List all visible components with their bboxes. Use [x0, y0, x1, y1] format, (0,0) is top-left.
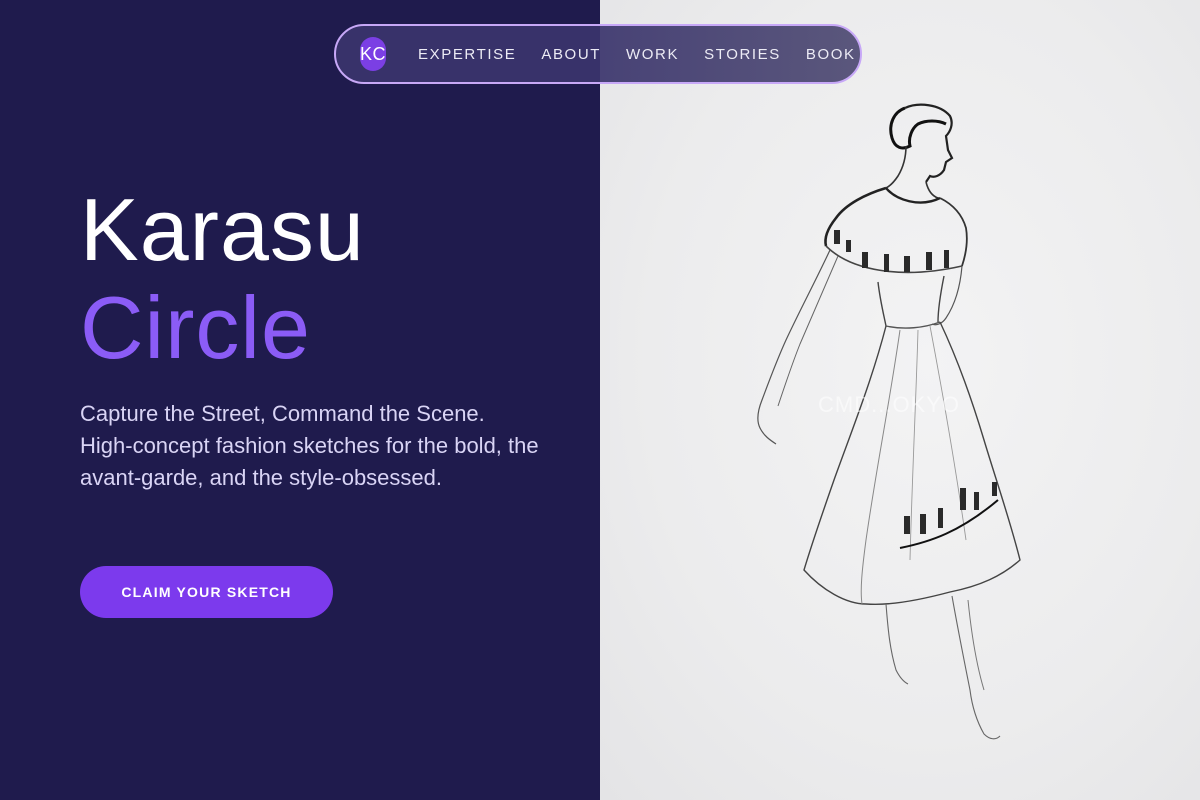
claim-sketch-button[interactable]: CLAIM YOUR SKETCH [80, 566, 333, 618]
landing-page: CMD...OKYO KC EXPERTISE ABOUT WORK STORI… [0, 0, 1200, 800]
nav-item-expertise[interactable]: EXPERTISE [418, 46, 516, 63]
hero-tagline: Capture the Street, Command the Scene. H… [80, 401, 539, 490]
nav-item-about[interactable]: ABOUT [541, 46, 601, 63]
hero-title-primary: Karasu [80, 180, 365, 279]
top-navigation: KC EXPERTISE ABOUT WORK STORIES BOOK [334, 24, 862, 84]
nav-item-book[interactable]: BOOK [806, 46, 856, 63]
hero-title-accent: Circle [80, 278, 311, 377]
nav-item-work[interactable]: WORK [626, 46, 679, 63]
image-watermark: CMD...OKYO [818, 392, 961, 417]
logo-badge[interactable]: KC [360, 37, 387, 71]
nav-item-stories[interactable]: STORIES [704, 46, 781, 63]
